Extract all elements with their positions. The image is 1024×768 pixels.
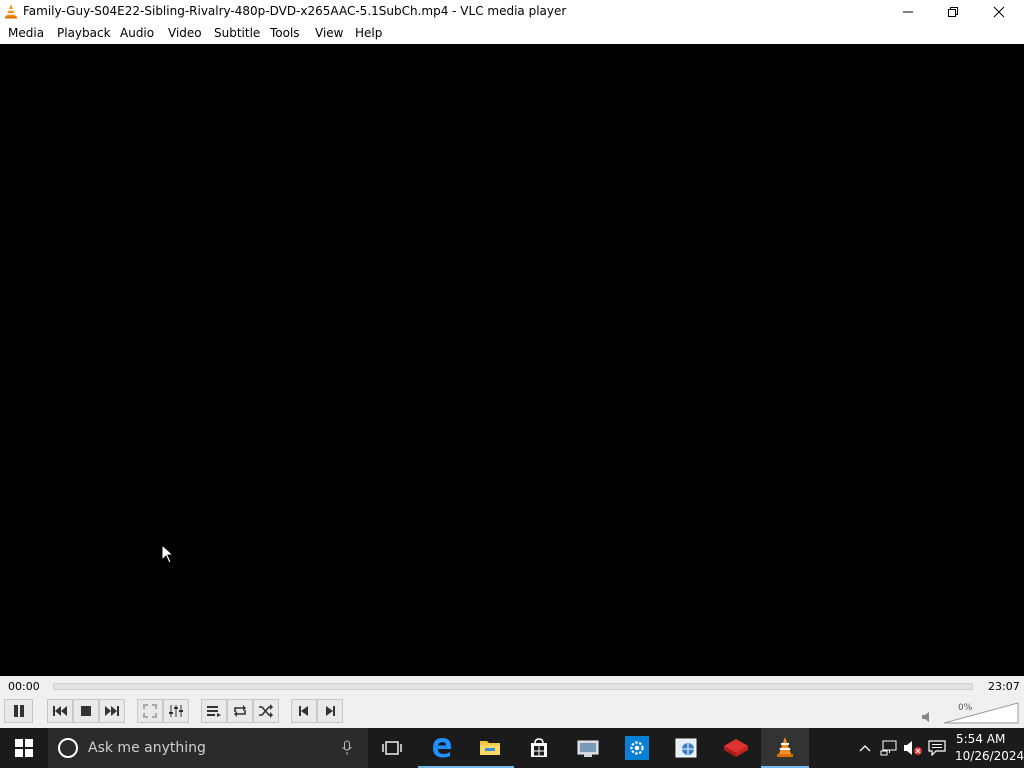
start-button[interactable] <box>0 728 48 768</box>
extended-settings-button[interactable] <box>163 699 189 723</box>
seek-slider[interactable] <box>53 683 973 690</box>
chevron-up-icon <box>859 745 871 752</box>
menu-playback[interactable]: Playback <box>57 26 111 40</box>
edge-button[interactable] <box>418 728 466 768</box>
volume-slider[interactable] <box>943 702 1019 724</box>
close-button[interactable] <box>976 0 1022 23</box>
search-box[interactable]: Ask me anything <box>48 728 368 768</box>
title-bar: Family-Guy-S04E22-Sibling-Rivalry-480p-D… <box>0 0 1024 23</box>
frame-prev-button[interactable] <box>291 699 317 723</box>
store-icon <box>531 738 547 757</box>
search-placeholder: Ask me anything <box>88 740 206 756</box>
menu-bar: Media Playback Audio Video Subtitle Tool… <box>0 23 1024 44</box>
previous-button[interactable] <box>47 699 73 723</box>
elapsed-time: 00:00 <box>8 680 40 693</box>
shuffle-icon <box>259 704 273 718</box>
file-explorer-icon <box>480 741 500 755</box>
web-browser-button[interactable] <box>662 728 710 768</box>
loop-icon <box>234 705 246 717</box>
stop-icon <box>81 706 91 716</box>
app-red-icon <box>724 739 748 757</box>
vlc-taskbar-button[interactable] <box>761 728 809 768</box>
windows-logo-icon <box>15 739 33 757</box>
file-explorer-button[interactable] <box>466 728 514 768</box>
menu-subtitle[interactable]: Subtitle <box>214 26 260 40</box>
menu-help[interactable]: Help <box>355 26 382 40</box>
extended-settings-icon <box>169 705 183 717</box>
settings-icon <box>625 736 649 760</box>
store-button[interactable] <box>515 728 563 768</box>
network-icon <box>880 740 897 756</box>
total-duration: 23:07 <box>988 680 1020 693</box>
next-button[interactable] <box>99 699 125 723</box>
settings-button[interactable] <box>613 728 661 768</box>
restore-button[interactable] <box>930 0 976 23</box>
microphone-icon[interactable] <box>341 740 353 756</box>
menu-media[interactable]: Media <box>8 26 44 40</box>
task-view-icon <box>382 741 402 755</box>
fullscreen-button[interactable] <box>137 699 163 723</box>
volume-muted-icon <box>904 741 922 755</box>
vlc-icon <box>777 737 793 757</box>
web-browser-icon <box>675 738 697 758</box>
previous-icon <box>53 706 67 716</box>
edge-icon <box>433 738 451 758</box>
restore-icon <box>948 6 958 17</box>
loop-button[interactable] <box>227 699 253 723</box>
fullscreen-icon <box>143 704 157 718</box>
minimize-icon <box>903 11 913 12</box>
task-view-button[interactable] <box>368 728 416 768</box>
action-center-button[interactable] <box>926 728 948 768</box>
notifications-icon <box>928 740 946 756</box>
menu-audio[interactable]: Audio <box>120 26 154 40</box>
playlist-button[interactable] <box>201 699 227 723</box>
frame-prev-icon <box>299 706 308 716</box>
clock-time[interactable]: 5:54 AM <box>956 732 1005 746</box>
frame-next-icon <box>326 706 335 716</box>
shuffle-button[interactable] <box>253 699 279 723</box>
playlist-icon <box>207 706 221 717</box>
minimize-button[interactable] <box>885 0 931 23</box>
menu-video[interactable]: Video <box>168 26 202 40</box>
control-bar: 00:00 23:07 0% <box>0 676 1024 728</box>
volume-tray-button[interactable] <box>902 728 924 768</box>
pause-icon <box>13 705 24 717</box>
network-tray-button[interactable] <box>878 728 900 768</box>
show-hidden-icons-button[interactable] <box>856 728 874 768</box>
clock-date[interactable]: 10/26/2024 <box>955 749 1024 763</box>
red-app-button[interactable] <box>712 728 760 768</box>
window-title: Family-Guy-S04E22-Sibling-Rivalry-480p-D… <box>23 4 567 18</box>
frame-next-button[interactable] <box>317 699 343 723</box>
cortana-icon <box>58 738 78 758</box>
pause-button[interactable] <box>4 699 33 723</box>
system-icon <box>577 740 599 757</box>
close-icon <box>993 6 1005 17</box>
mouse-cursor-icon <box>161 544 175 564</box>
next-icon <box>105 706 119 716</box>
menu-view[interactable]: View <box>315 26 343 40</box>
vlc-cone-icon[interactable] <box>3 3 19 19</box>
menu-tools[interactable]: Tools <box>270 26 300 40</box>
speaker-icon[interactable] <box>921 711 933 723</box>
system-app-button[interactable] <box>564 728 612 768</box>
video-area[interactable] <box>0 44 1024 676</box>
stop-button[interactable] <box>73 699 99 723</box>
taskbar: Ask me anything 5:54 AM 10/26/2024 <box>0 728 1024 768</box>
